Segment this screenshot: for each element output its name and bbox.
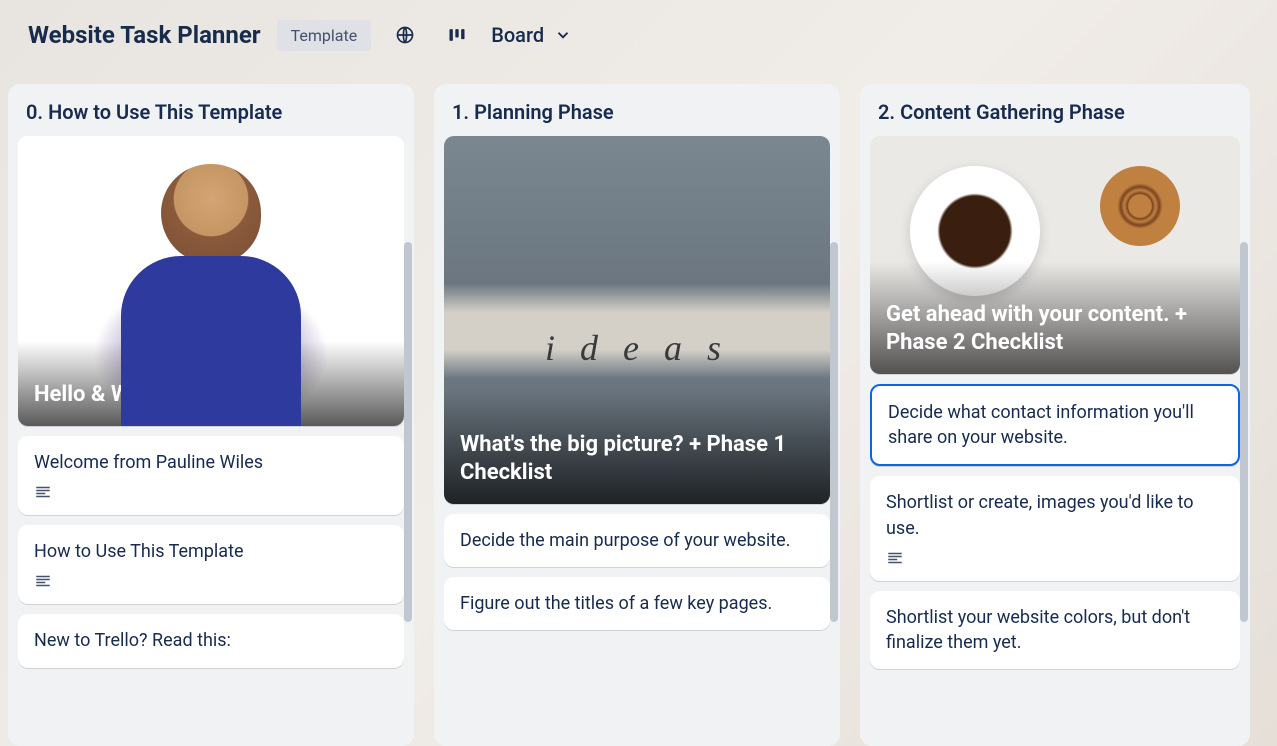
globe-icon (395, 25, 415, 45)
card-shortlist-colors[interactable]: Shortlist your website colors, but don't… (870, 591, 1240, 669)
card-title: Shortlist your website colors, but don't… (886, 605, 1224, 655)
card-cover-title: What's the big picture? + Phase 1 Checkl… (460, 431, 814, 488)
view-label: Board (491, 23, 544, 47)
board-header: Website Task Planner Template Board (0, 0, 1277, 70)
cards-container: Hello & Welcome Welcome from Pauline Wil… (8, 136, 414, 738)
card-shortlist-images[interactable]: Shortlist or create, images you'd like t… (870, 476, 1240, 580)
list-column-content-gathering: 2. Content Gathering Phase Get ahead wit… (860, 84, 1250, 746)
card-title: Welcome from Pauline Wiles (34, 450, 388, 475)
description-icon (34, 483, 52, 501)
scrollbar[interactable] (830, 242, 838, 622)
card-cover-image: Hello & Welcome (18, 136, 404, 426)
board-area[interactable]: 0. How to Use This Template Hello & Welc… (0, 70, 1277, 746)
list-title[interactable]: 2. Content Gathering Phase (860, 84, 1250, 136)
card-cover-image: Get ahead with your content. + Phase 2 C… (870, 136, 1240, 374)
card-new-to-trello[interactable]: New to Trello? Read this: (18, 614, 404, 667)
template-badge[interactable]: Template (277, 20, 372, 51)
card-cover-overlay: What's the big picture? + Phase 1 Checkl… (444, 391, 830, 504)
list-title[interactable]: 0. How to Use This Template (8, 84, 414, 136)
card-cover-title: Get ahead with your content. + Phase 2 C… (886, 301, 1224, 358)
card-how-to-use-template[interactable]: How to Use This Template (18, 525, 404, 604)
list-title[interactable]: 1. Planning Phase (434, 84, 840, 136)
card-cover-image: What's the big picture? + Phase 1 Checkl… (444, 136, 830, 504)
view-switcher[interactable]: Board (491, 23, 572, 47)
card-figure-out-titles[interactable]: Figure out the titles of a few key pages… (444, 577, 830, 630)
card-decide-main-purpose[interactable]: Decide the main purpose of your website. (444, 514, 830, 567)
card-cover-get-ahead[interactable]: Get ahead with your content. + Phase 2 C… (870, 136, 1240, 374)
card-cover-big-picture[interactable]: What's the big picture? + Phase 1 Checkl… (444, 136, 830, 504)
card-title: Figure out the titles of a few key pages… (460, 591, 814, 616)
scrollbar[interactable] (404, 242, 412, 622)
card-title: Decide what contact information you'll s… (888, 400, 1222, 450)
cards-container: What's the big picture? + Phase 1 Checkl… (434, 136, 840, 738)
description-icon (34, 572, 52, 590)
card-title: Shortlist or create, images you'd like t… (886, 490, 1224, 540)
card-decide-contact-info[interactable]: Decide what contact information you'll s… (870, 384, 1240, 466)
list-column-planning-phase: 1. Planning Phase What's the big picture… (434, 84, 840, 746)
cards-container: Get ahead with your content. + Phase 2 C… (860, 136, 1250, 738)
card-title: New to Trello? Read this: (34, 628, 388, 653)
card-cover-hello-welcome[interactable]: Hello & Welcome (18, 136, 404, 426)
card-cover-overlay: Get ahead with your content. + Phase 2 C… (870, 261, 1240, 374)
card-title: How to Use This Template (34, 539, 388, 564)
chevron-down-icon (554, 26, 572, 44)
card-welcome-from-pauline[interactable]: Welcome from Pauline Wiles (18, 436, 404, 515)
visibility-button[interactable] (387, 17, 423, 53)
list-column-how-to-use: 0. How to Use This Template Hello & Welc… (8, 84, 414, 746)
board-view-icon-button[interactable] (439, 17, 475, 53)
card-title: Decide the main purpose of your website. (460, 528, 814, 553)
board-columns-icon (447, 25, 467, 45)
board-title[interactable]: Website Task Planner (28, 21, 261, 49)
scrollbar[interactable] (1240, 242, 1248, 622)
card-cover-title: Hello & Welcome (34, 381, 388, 410)
description-icon (886, 549, 904, 567)
card-cover-overlay: Hello & Welcome (18, 341, 404, 426)
